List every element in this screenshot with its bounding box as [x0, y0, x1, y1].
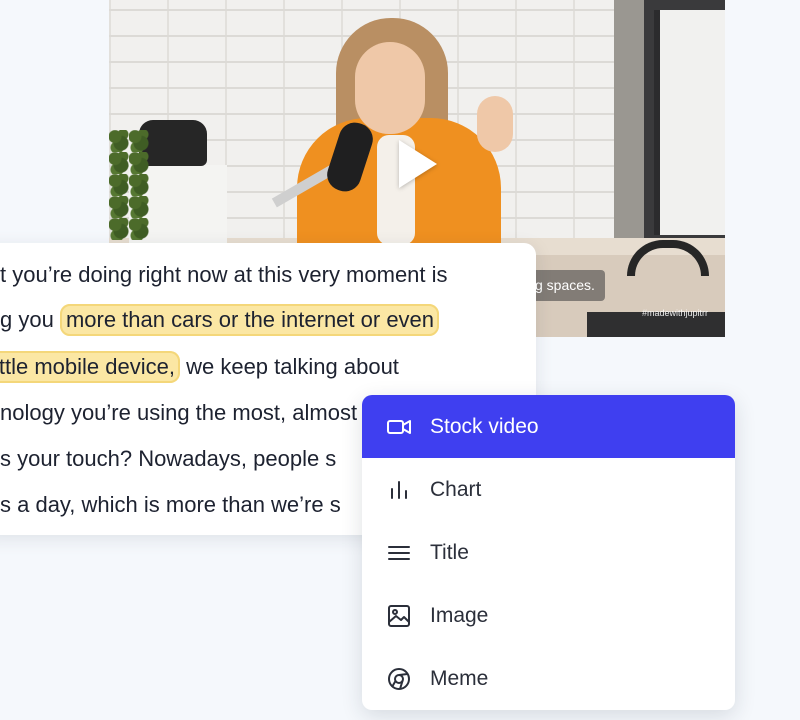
menu-item-meme[interactable]: Meme: [362, 647, 735, 710]
transcript-highlight[interactable]: more than cars or the internet or even: [59, 304, 440, 336]
chrome-icon: [386, 666, 412, 692]
transcript-text: we keep talking about: [179, 354, 399, 379]
monitor: [654, 10, 725, 235]
transcript-highlight[interactable]: ittle mobile device,: [0, 351, 180, 383]
menu-item-title[interactable]: Title: [362, 521, 735, 584]
plant: [109, 130, 149, 240]
menu-item-label: Stock video: [430, 414, 539, 438]
person-face: [355, 42, 425, 134]
transcript-line: s your touch? Nowadays, people s: [0, 446, 337, 471]
menu-item-label: Meme: [430, 666, 489, 690]
transcript-text: g you: [0, 307, 60, 332]
menu-item-image[interactable]: Image: [362, 584, 735, 647]
insert-menu: Stock video Chart Title Image Meme: [362, 395, 735, 710]
transcript-line: nology you’re using the most, almost: [0, 400, 358, 425]
menu-item-stock-video[interactable]: Stock video: [362, 395, 735, 458]
person-hand: [477, 96, 513, 152]
transcript-line: t you’re doing right now at this very mo…: [0, 262, 448, 287]
transcript-line: ittle mobile device, we keep talking abo…: [0, 351, 399, 383]
menu-item-label: Chart: [430, 477, 482, 501]
play-icon[interactable]: [399, 140, 437, 188]
video-watermark: #madewithjupitrr: [642, 308, 709, 318]
menu-item-chart[interactable]: Chart: [362, 458, 735, 521]
video-camera-icon: [386, 414, 412, 440]
image-icon: [386, 603, 412, 629]
bar-chart-icon: [386, 477, 412, 503]
transcript-line: g you more than cars or the internet or …: [0, 304, 440, 336]
menu-item-label: Image: [430, 603, 489, 627]
title-lines-icon: [386, 540, 412, 566]
transcript-line: s a day, which is more than we’re s: [0, 492, 341, 517]
rotary-phone: [139, 120, 207, 166]
menu-item-label: Title: [430, 540, 469, 564]
